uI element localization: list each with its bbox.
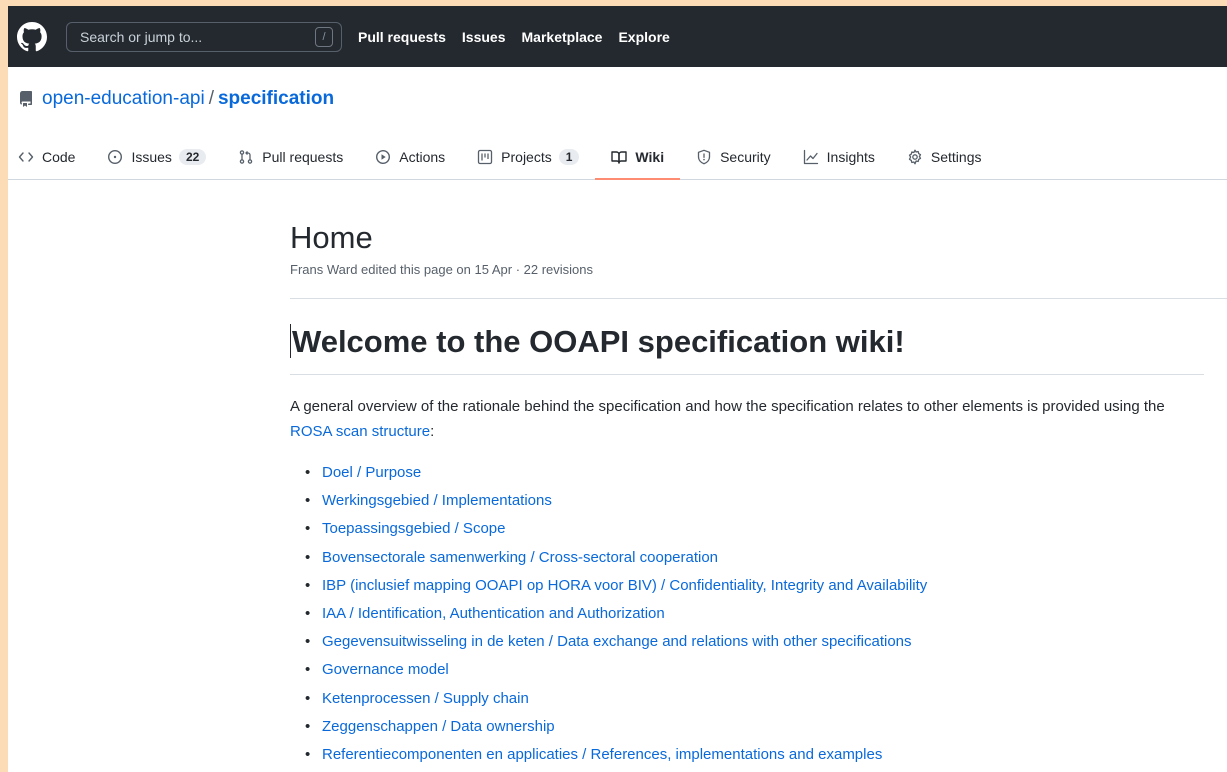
tab-security[interactable]: Security (696, 134, 787, 179)
graph-icon (803, 149, 818, 164)
repo-owner-link[interactable]: open-education-api (42, 88, 205, 110)
nav-issues[interactable]: Issues (462, 29, 506, 45)
intro-paragraph: A general overview of the rationale behi… (290, 394, 1204, 444)
issues-count-badge: 22 (178, 148, 207, 165)
tab-label: Insights (826, 148, 875, 165)
nav-pull-requests[interactable]: Pull requests (358, 29, 446, 45)
pull-request-icon (240, 149, 253, 164)
search-box[interactable]: / (66, 21, 342, 52)
rosa-scan-link[interactable]: ROSA scan structure (290, 423, 430, 440)
nav-explore[interactable]: Explore (618, 29, 669, 45)
wiki-link[interactable]: Toepassingsgebied / Scope (322, 520, 505, 537)
wiki-link[interactable]: IAA / Identification, Authentication and… (322, 605, 665, 622)
tab-insights[interactable]: Insights (803, 134, 891, 179)
projects-count-badge: 1 (558, 148, 580, 165)
tab-wiki[interactable]: Wiki (595, 134, 680, 180)
wiki-heading: Welcome to the OOAPI specification wiki! (290, 324, 1204, 375)
list-item: Referentiecomponenten en applicaties / R… (290, 741, 1227, 769)
play-icon (376, 149, 391, 164)
tab-code[interactable]: Code (18, 134, 91, 179)
list-item: Zeggenschappen / Data ownership (290, 713, 1227, 741)
tab-label: Code (42, 148, 76, 165)
slash-shortcut-key: / (315, 26, 333, 47)
list-item: Doel / Purpose (290, 459, 1227, 487)
tab-label: Actions (399, 148, 446, 165)
browser-frame: / Pull requests Issues Marketplace Explo… (8, 6, 1227, 772)
text-cursor (290, 324, 291, 358)
list-item: IBP (inclusief mapping OOAPI op HORA voo… (290, 572, 1227, 600)
wiki-content: Home Frans Ward edited this page on 15 A… (290, 180, 1227, 769)
wiki-heading-text: Welcome to the OOAPI specification wiki! (292, 324, 905, 359)
wiki-link[interactable]: Bovensectorale samenwerking / Cross-sect… (322, 549, 718, 566)
global-header: / Pull requests Issues Marketplace Explo… (8, 6, 1227, 67)
list-item: Bovensectorale samenwerking / Cross-sect… (290, 544, 1227, 572)
repo-icon (19, 91, 32, 107)
code-icon (18, 151, 34, 162)
divider (290, 298, 1227, 299)
tab-settings[interactable]: Settings (907, 134, 998, 179)
tab-issues[interactable]: Issues 22 (107, 134, 222, 179)
search-input[interactable] (80, 28, 300, 45)
wiki-link[interactable]: Gegevensuitwisseling in de keten / Data … (322, 633, 912, 650)
wiki-link[interactable]: Ketenprocessen / Supply chain (322, 690, 529, 707)
list-item: Gegevensuitwisseling in de keten / Data … (290, 628, 1227, 656)
repo-separator: / (208, 88, 214, 109)
tab-label: Settings (930, 148, 982, 165)
book-icon (611, 150, 628, 164)
wiki-link[interactable]: Zeggenschappen / Data ownership (322, 718, 555, 735)
list-item: Governance model (290, 656, 1227, 684)
shield-icon (697, 149, 711, 164)
project-icon (478, 149, 493, 164)
repo-name-link[interactable]: specification (218, 88, 334, 110)
tab-label: Issues (131, 148, 172, 165)
list-item: Ketenprocessen / Supply chain (290, 685, 1227, 713)
global-nav: Pull requests Issues Marketplace Explore (358, 29, 670, 45)
wiki-link[interactable]: Werkingsgebied / Implementations (322, 492, 552, 509)
repo-tabs: Code Issues 22 Pull requests Actions Pro… (8, 134, 1227, 180)
github-logo-icon[interactable] (17, 21, 47, 52)
tab-projects[interactable]: Projects 1 (477, 134, 595, 179)
list-item: Toepassingsgebied / Scope (290, 515, 1227, 543)
gear-icon (908, 149, 922, 164)
list-item: IAA / Identification, Authentication and… (290, 600, 1227, 628)
list-item: Werkingsgebied / Implementations (290, 487, 1227, 515)
wiki-link[interactable]: Referentiecomponenten en applicaties / R… (322, 746, 882, 763)
repo-title: open-education-api / specification (18, 88, 334, 110)
page-edit-meta: Frans Ward edited this page on 15 Apr · … (290, 262, 594, 277)
tab-label: Wiki (635, 148, 665, 165)
wiki-link[interactable]: Governance model (322, 661, 449, 678)
wiki-link[interactable]: IBP (inclusief mapping OOAPI op HORA voo… (322, 577, 927, 594)
issue-icon (108, 149, 123, 164)
tab-pull-requests[interactable]: Pull requests (238, 134, 359, 179)
tab-label: Pull requests (262, 148, 344, 165)
page-title: Home (290, 220, 373, 255)
wiki-link-list: Doel / Purpose Werkingsgebied / Implemen… (290, 459, 1227, 769)
tab-label: Projects (501, 148, 552, 165)
tab-label: Security (720, 148, 771, 165)
intro-suffix: : (430, 423, 435, 440)
intro-text: A general overview of the rationale behi… (290, 398, 1165, 415)
wiki-link[interactable]: Doel / Purpose (322, 464, 421, 481)
tab-actions[interactable]: Actions (375, 134, 461, 179)
nav-marketplace[interactable]: Marketplace (522, 29, 603, 45)
